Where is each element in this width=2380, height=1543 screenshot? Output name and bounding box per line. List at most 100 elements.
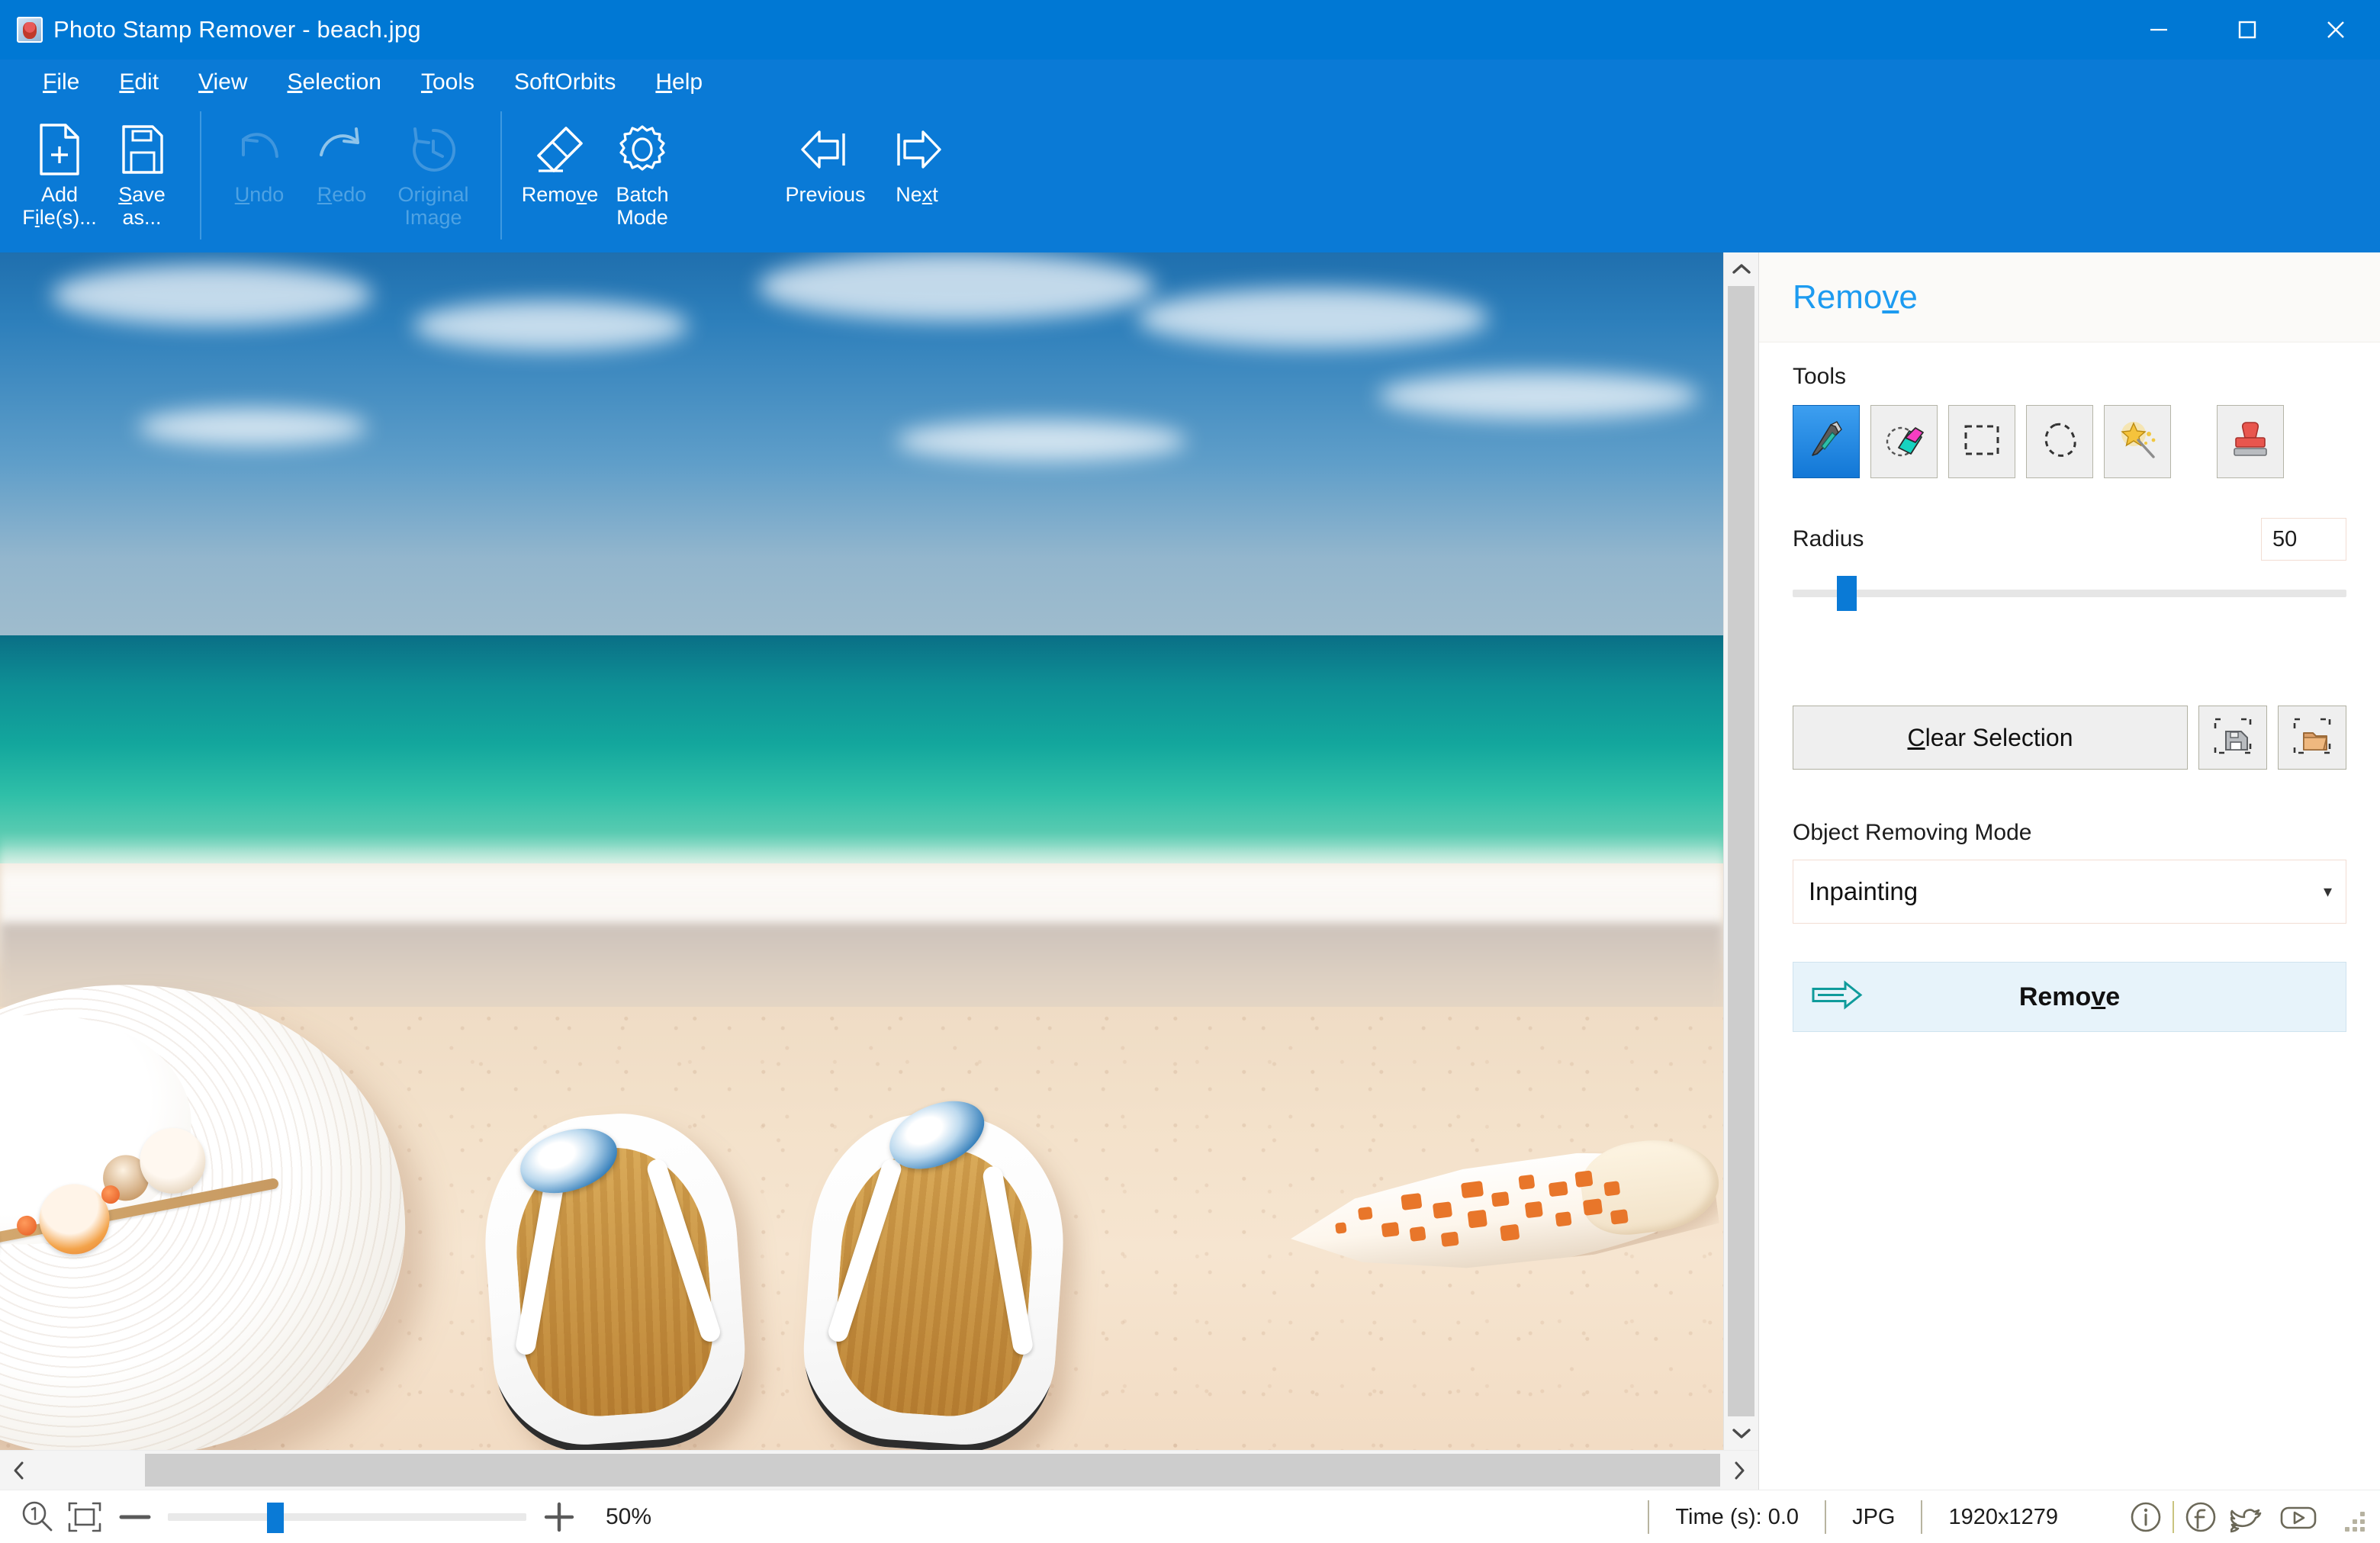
cloud bbox=[51, 264, 372, 326]
minimize-button[interactable] bbox=[2115, 0, 2203, 59]
radius-slider[interactable] bbox=[1793, 573, 2346, 614]
menu-item-help[interactable]: Help bbox=[635, 65, 722, 100]
menu-label-view: iew bbox=[213, 69, 248, 95]
info-icon[interactable] bbox=[2124, 1495, 2168, 1539]
horizontal-scroll-thumb[interactable] bbox=[145, 1454, 1720, 1487]
facebook-icon[interactable] bbox=[2179, 1495, 2223, 1539]
toolbar-batch-mode-label: Batch Mode bbox=[616, 183, 669, 230]
object-removing-mode-value: Inpainting bbox=[1809, 877, 1918, 905]
rectangle-icon bbox=[1960, 420, 2003, 464]
clear-selection-label: Clear Selection bbox=[1907, 723, 2073, 751]
toolbar-batch-mode-button[interactable]: Batch Mode bbox=[601, 105, 683, 252]
menu-item-edit[interactable]: Edit bbox=[99, 65, 178, 100]
tools-section-label: Tools bbox=[1793, 364, 1847, 389]
menu-item-selection[interactable]: Selection bbox=[268, 65, 401, 100]
tool-magic-wand[interactable] bbox=[2104, 405, 2171, 478]
scroll-up-button[interactable] bbox=[1724, 252, 1758, 286]
stamp-icon bbox=[2230, 418, 2271, 466]
file-format-label: JPG bbox=[1825, 1500, 1921, 1534]
canvas-wrapper bbox=[0, 252, 1758, 1450]
menu-label-softorbits: SoftOrbits bbox=[514, 69, 616, 95]
zoom-slider-track[interactable] bbox=[168, 1512, 526, 1521]
menu-item-view[interactable]: View bbox=[178, 65, 267, 100]
tool-marker[interactable] bbox=[1793, 405, 1860, 478]
object-removing-mode-select[interactable]: Inpainting ▾ bbox=[1793, 860, 2346, 924]
canvas-column bbox=[0, 252, 1758, 1490]
radius-slider-track[interactable] bbox=[1793, 590, 2346, 597]
toolbar: Add File(s)... Save as... Undo Redo Orig… bbox=[0, 105, 2380, 252]
scroll-left-button[interactable] bbox=[0, 1451, 38, 1490]
close-button[interactable] bbox=[2292, 0, 2380, 59]
twitter-icon[interactable] bbox=[2227, 1495, 2272, 1539]
resize-grip-icon[interactable] bbox=[2333, 1500, 2368, 1535]
title-bar: Photo Stamp Remover - beach.jpg bbox=[0, 0, 2380, 59]
toolbar-undo-button[interactable]: Undo bbox=[218, 105, 301, 252]
arrow-right-icon bbox=[888, 117, 946, 182]
canvas-horizontal-scrollbar[interactable] bbox=[0, 1450, 1758, 1490]
magic-wand-icon bbox=[2115, 419, 2160, 465]
scroll-right-button[interactable] bbox=[1720, 1451, 1758, 1490]
app-photo-icon bbox=[17, 17, 43, 43]
toolbar-remove-button[interactable]: Remove bbox=[519, 105, 601, 252]
cloud bbox=[896, 420, 1186, 461]
zoom-slider[interactable] bbox=[168, 1498, 526, 1536]
zoom-percent-label: 50% bbox=[606, 1503, 652, 1529]
zoom-out-button[interactable] bbox=[108, 1509, 162, 1525]
canvas-vertical-scrollbar[interactable] bbox=[1723, 252, 1758, 1450]
redo-icon bbox=[315, 117, 368, 182]
toolbar-next-label: Next bbox=[896, 183, 938, 206]
maximize-button[interactable] bbox=[2203, 0, 2292, 59]
menu-item-tools[interactable]: Tools bbox=[401, 65, 494, 100]
social-divider bbox=[2173, 1501, 2174, 1533]
main-body: Remove Tools Radius 50 Clear Selection O… bbox=[0, 252, 2380, 1490]
scroll-down-button[interactable] bbox=[1724, 1416, 1758, 1450]
remove-action-label: Remove bbox=[2018, 982, 2121, 1011]
window-title: Photo Stamp Remover - beach.jpg bbox=[53, 16, 421, 43]
add-file-icon bbox=[35, 117, 84, 182]
toolbar-original-image-button[interactable]: Original Image bbox=[383, 105, 484, 252]
selection-actions-row: Clear Selection bbox=[1793, 706, 2346, 770]
cloud bbox=[137, 408, 367, 447]
zoom-slider-thumb[interactable] bbox=[267, 1502, 284, 1533]
toolbar-original-image-label: Original Image bbox=[397, 183, 469, 230]
toolbar-undo-label: Undo bbox=[234, 183, 285, 206]
radius-slider-thumb[interactable] bbox=[1837, 576, 1857, 611]
vertical-scroll-track[interactable] bbox=[1724, 286, 1758, 1416]
zoom-in-button[interactable] bbox=[532, 1500, 586, 1534]
toolbar-next-button[interactable]: Next bbox=[876, 105, 958, 252]
toolbar-save-as-button[interactable]: Save as... bbox=[101, 105, 183, 252]
undo-icon bbox=[233, 117, 286, 182]
cloud bbox=[1378, 372, 1700, 420]
arrow-left-icon bbox=[796, 117, 854, 182]
tool-eraser[interactable] bbox=[1870, 405, 1938, 478]
menu-item-file[interactable]: File bbox=[23, 65, 99, 100]
menu-label-help: elp bbox=[672, 69, 703, 95]
cloud bbox=[757, 252, 1155, 321]
save-selection-button[interactable] bbox=[2198, 706, 2267, 770]
cloud bbox=[1137, 288, 1488, 349]
clear-selection-button[interactable]: Clear Selection bbox=[1793, 706, 2188, 770]
menu-item-softorbits[interactable]: SoftOrbits bbox=[494, 65, 635, 100]
radius-row: Radius 50 bbox=[1793, 518, 2346, 561]
youtube-icon[interactable] bbox=[2276, 1495, 2320, 1539]
right-panel: Remove Tools Radius 50 Clear Selection O… bbox=[1758, 252, 2380, 1490]
toolbar-previous-button[interactable]: Previous bbox=[775, 105, 876, 252]
tool-lasso-select[interactable] bbox=[2026, 405, 2093, 478]
social-links bbox=[2084, 1495, 2333, 1539]
horizontal-scroll-track[interactable] bbox=[38, 1451, 1720, 1490]
radius-input[interactable]: 50 bbox=[2261, 518, 2346, 561]
remove-action-button[interactable]: Remove bbox=[1793, 962, 2346, 1032]
load-selection-button[interactable] bbox=[2278, 706, 2346, 770]
fit-to-window-icon[interactable] bbox=[61, 1500, 108, 1534]
status-bar-right: Time (s): 0.0 JPG 1920x1279 bbox=[1648, 1490, 2380, 1543]
image-canvas[interactable] bbox=[0, 252, 1723, 1450]
tool-rectangle-select[interactable] bbox=[1948, 405, 2015, 478]
save-as-icon bbox=[117, 117, 166, 182]
vertical-scroll-thumb[interactable] bbox=[1728, 286, 1754, 1416]
toolbar-redo-button[interactable]: Redo bbox=[301, 105, 383, 252]
toolbar-add-files-button[interactable]: Add File(s)... bbox=[18, 105, 101, 252]
toolbar-remove-label: Remove bbox=[521, 183, 599, 206]
tool-clone-stamp[interactable] bbox=[2217, 405, 2284, 478]
zoom-actual-size-icon[interactable] bbox=[14, 1499, 61, 1535]
menu-label-selection: election bbox=[302, 69, 381, 95]
